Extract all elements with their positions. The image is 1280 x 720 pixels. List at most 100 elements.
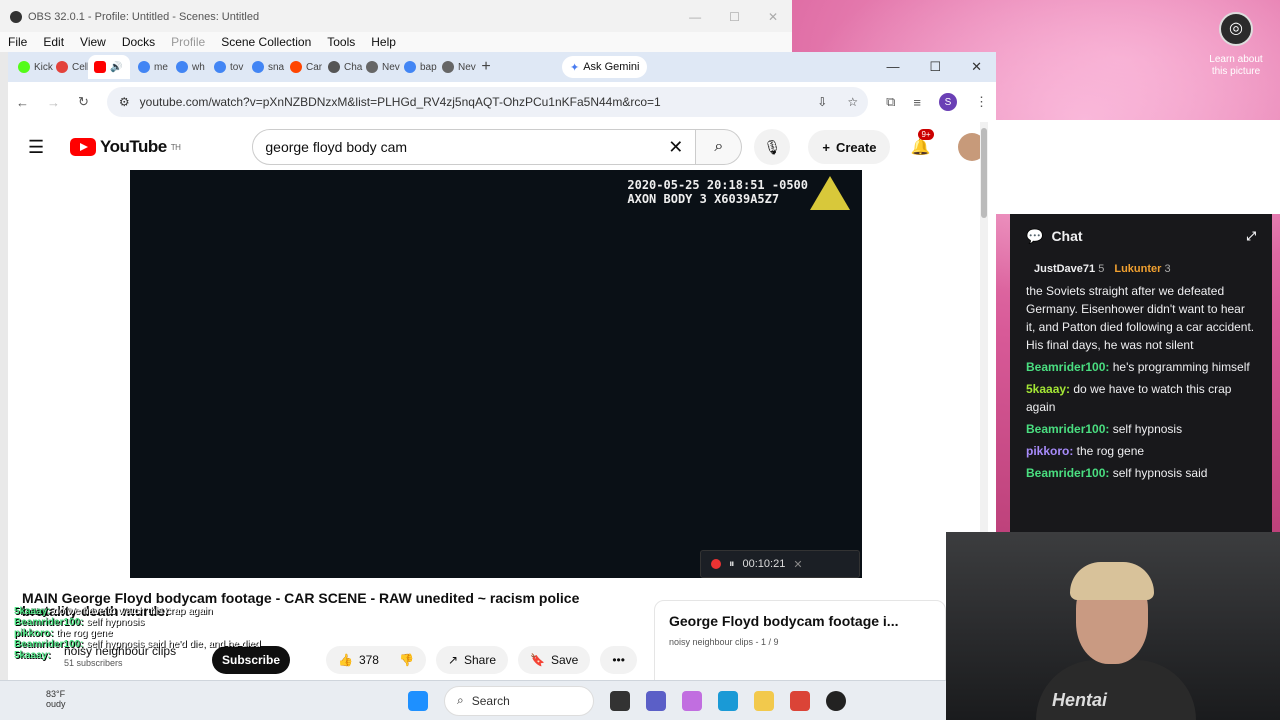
obs-icon[interactable]	[826, 690, 846, 711]
tab-youtube[interactable]: 🔊	[88, 55, 130, 79]
recording-widget[interactable]: ⏸ 00:10:21 ✕	[700, 550, 860, 578]
tab-chatgpt[interactable]: Cha	[322, 55, 362, 79]
copilot-icon[interactable]	[682, 690, 702, 711]
menu-help[interactable]: Help	[371, 35, 396, 49]
search-input[interactable]: george floyd body cam ✕	[252, 129, 697, 165]
playlist-panel[interactable]: George Floyd bodycam footage i... noisy …	[654, 600, 946, 682]
menu-file[interactable]: File	[8, 35, 27, 49]
obs-titlebar: OBS 32.0.1 - Profile: Untitled - Scenes:…	[0, 0, 792, 34]
kick-icon	[18, 61, 30, 73]
learn-line1: Learn about	[1209, 54, 1263, 65]
task-view-icon[interactable]	[610, 690, 630, 711]
chat-message: Beamrider100: he's programming himself	[1026, 360, 1250, 374]
learn-about-picture[interactable]: ◎ Learn about this picture	[1200, 8, 1272, 78]
search-button[interactable]: ⌕	[696, 129, 743, 165]
streamer-shirt: Hentai	[1036, 660, 1196, 720]
streamer-hair	[1070, 562, 1154, 600]
google-icon	[214, 61, 226, 73]
close-icon[interactable]: ✕	[793, 558, 802, 571]
menu-view[interactable]: View	[80, 35, 106, 49]
tab-kick[interactable]: Kick	[12, 55, 53, 79]
menu-edit[interactable]: Edit	[43, 35, 64, 49]
hamburger-icon[interactable]: ☰	[28, 137, 48, 158]
playlist-title: George Floyd bodycam footage i...	[669, 613, 899, 629]
gifter-2: Lukunter 3	[1114, 263, 1171, 275]
pause-icon[interactable]: ⏸	[729, 558, 735, 571]
gifter-1: JustDave71 5	[1034, 263, 1105, 275]
url-text: youtube.com/watch?v=pXnNZBDNzxM&list=PLH…	[139, 95, 661, 109]
extensions-icon[interactable]: ⧉	[886, 94, 895, 110]
reddit-icon	[290, 61, 302, 73]
thumbs-down-icon[interactable]: 👎	[399, 653, 414, 667]
tab-reddit[interactable]: Car	[284, 55, 322, 79]
playlist-subtitle: noisy neighbour clips - 1 / 9	[669, 637, 779, 647]
google-icon	[404, 61, 416, 73]
new-tab-button[interactable]: +	[474, 58, 498, 76]
maximize-icon[interactable]: ☐	[929, 59, 941, 75]
chrome-icon	[366, 61, 378, 73]
clear-icon[interactable]: ✕	[668, 137, 683, 158]
install-icon[interactable]: ⇩	[817, 95, 827, 109]
menu-profile[interactable]: Profile	[171, 35, 205, 49]
reload-icon[interactable]: ↻	[78, 94, 89, 110]
teams-icon[interactable]	[646, 690, 666, 711]
record-icon[interactable]	[711, 559, 721, 569]
chat-overlay: 5kaaay: do we have to watch this crap ag…	[14, 606, 261, 661]
close-icon[interactable]: ✕	[768, 10, 778, 24]
forward-icon[interactable]: →	[47, 95, 60, 110]
menu-scene-collection[interactable]: Scene Collection	[221, 35, 311, 49]
profile-avatar[interactable]: S	[939, 93, 957, 111]
minimize-icon[interactable]: —	[689, 10, 701, 24]
maximize-icon[interactable]: ☐	[729, 10, 740, 24]
obs-title: OBS 32.0.1 - Profile: Untitled - Scenes:…	[28, 10, 260, 23]
tab-new-1[interactable]: Nev	[360, 55, 400, 79]
learn-line2: this picture	[1211, 66, 1261, 77]
media-icon[interactable]: ≡	[913, 95, 921, 110]
overlay-msg: 5kaaay:	[14, 650, 51, 661]
scrollbar-thumb[interactable]	[981, 128, 987, 218]
chat-message: the Soviets straight after we defeated G…	[1026, 284, 1255, 352]
back-icon[interactable]: ←	[16, 95, 29, 110]
bodycam-timestamp: 2020-05-25 20:18:51 -0500 AXON BODY 3 X60…	[627, 178, 808, 206]
edge-icon[interactable]	[718, 690, 738, 711]
more-actions-button[interactable]: •••	[600, 646, 637, 674]
chat-panel: 💬 Chat ⤢ JustDave71 5 Lukunter 3 the Sovie…	[1010, 214, 1272, 532]
save-button[interactable]: 🔖 Save	[518, 646, 591, 674]
google-icon	[252, 61, 264, 73]
ask-gemini-button[interactable]: ✦ Ask Gemini	[562, 56, 648, 78]
menu-icon[interactable]: ⋮	[975, 94, 988, 110]
like-button[interactable]: 👍 378 👎	[326, 646, 426, 674]
address-bar[interactable]: ⚙ youtube.com/watch?v=pXnNZBDNzxM&list=P…	[106, 87, 869, 117]
weather-widget[interactable]: 83°F oudy	[46, 689, 66, 709]
tab-google-5[interactable]: bap	[398, 55, 437, 79]
youtube-logo[interactable]: YouTube TH	[70, 137, 181, 157]
menu-docks[interactable]: Docks	[122, 35, 155, 49]
tab-new-2[interactable]: Nev	[436, 55, 476, 79]
tab-google-2[interactable]: wh	[170, 55, 206, 79]
site-info-icon[interactable]: ⚙	[119, 95, 130, 109]
taskbar-search[interactable]: ⌕ Search	[444, 685, 594, 716]
tab-google-1[interactable]: me	[132, 55, 168, 79]
close-icon[interactable]: ✕	[971, 59, 982, 75]
minimize-icon[interactable]: —	[886, 59, 899, 75]
overlay-msg: 5kaaay: do we have to watch this crap ag…	[14, 606, 213, 617]
share-button[interactable]: ↗ Share	[435, 646, 509, 674]
tab-cell[interactable]: Cell	[50, 55, 89, 79]
chat-header: 💬 Chat ⤢	[1026, 227, 1256, 245]
chrome-icon	[442, 61, 454, 73]
chrome-icon[interactable]	[790, 690, 810, 711]
gemini-icon: ✦	[570, 61, 580, 74]
create-button[interactable]: + Create	[808, 130, 891, 164]
windows-start-icon[interactable]	[408, 690, 428, 711]
google-icon	[176, 61, 188, 73]
tab-google-4[interactable]: sna	[246, 55, 284, 79]
expand-icon[interactable]: ⤢	[1246, 229, 1256, 244]
notifications-button[interactable]: 🔔 9+	[910, 129, 934, 157]
mic-icon[interactable]: 🎙	[754, 129, 791, 165]
bookmark-star-icon[interactable]: ☆	[847, 95, 858, 109]
menu-tools[interactable]: Tools	[327, 35, 355, 49]
video-player[interactable]: 2020-05-25 20:18:51 -0500 AXON BODY 3 X60…	[130, 170, 862, 578]
file-explorer-icon[interactable]	[754, 690, 774, 711]
obs-preview-edge	[0, 52, 8, 680]
tab-google-3[interactable]: tov	[208, 55, 244, 79]
